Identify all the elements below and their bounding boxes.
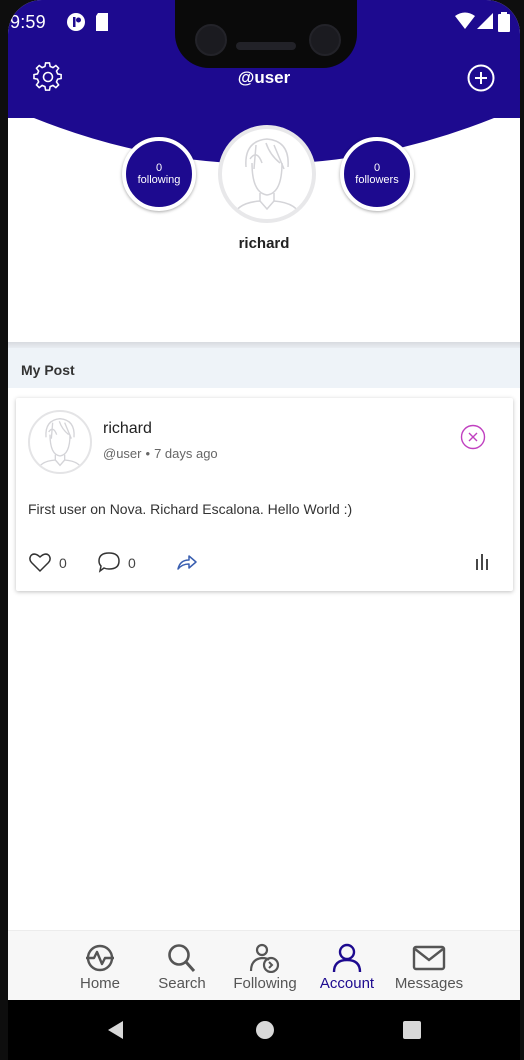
recents-square-icon[interactable] — [402, 1020, 422, 1040]
earpiece — [236, 42, 296, 50]
search-icon — [168, 944, 196, 972]
wifi-icon — [455, 12, 475, 29]
sd-card-icon — [96, 13, 108, 31]
front-camera — [195, 24, 227, 56]
following-icon — [249, 943, 280, 973]
nav-home[interactable]: Home — [57, 943, 143, 992]
following-label: following — [137, 174, 181, 186]
like-heart-icon[interactable] — [28, 550, 52, 574]
camera-notch — [175, 0, 357, 68]
post-author-name[interactable]: richard — [103, 420, 152, 438]
post-meta: @user • 7 days ago — [103, 446, 218, 461]
nav-messages[interactable]: Messages — [386, 943, 472, 992]
status-time: 9:59 — [10, 12, 46, 32]
cell-signal-icon — [477, 13, 493, 29]
home-activity-icon — [86, 944, 114, 972]
nav-search[interactable]: Search — [139, 943, 225, 992]
nav-search-label: Search — [158, 975, 206, 992]
comment-count: 0 — [128, 555, 136, 571]
front-sensor — [309, 24, 341, 56]
section-title: My Post — [21, 362, 75, 378]
avatar-placeholder-icon — [231, 138, 303, 219]
comment-bubble-icon[interactable] — [97, 550, 121, 574]
like-count: 0 — [59, 555, 67, 571]
back-triangle-icon[interactable] — [106, 1020, 126, 1040]
battery-icon — [498, 12, 510, 32]
meta-separator: • — [145, 446, 151, 461]
followers-count: 0 — [373, 162, 381, 174]
avatar-placeholder-icon — [36, 417, 84, 472]
nav-following[interactable]: Following — [222, 943, 308, 992]
bottom-navigation: Home Search Following Account Messages — [8, 930, 520, 1001]
stats-bars-icon[interactable] — [474, 550, 490, 574]
profile-avatar[interactable] — [218, 125, 316, 223]
following-count: 0 — [155, 162, 163, 174]
app-screen: 9:59 @user 0 following 0 followers richa… — [8, 0, 520, 1060]
followers-count-badge[interactable]: 0 followers — [340, 137, 414, 211]
profile-username: richard — [238, 235, 290, 252]
following-count-badge[interactable]: 0 following — [122, 137, 196, 211]
add-post-icon[interactable] — [466, 63, 496, 93]
post-card[interactable]: richard @user • 7 days ago First user on N… — [16, 398, 513, 591]
header-title: @user — [237, 68, 291, 87]
delete-post-icon[interactable] — [460, 424, 486, 450]
post-author-avatar[interactable] — [28, 410, 92, 474]
followers-label: followers — [355, 174, 399, 186]
post-time-ago: 7 days ago — [154, 446, 218, 461]
app-notification-icon — [67, 13, 85, 31]
account-icon — [332, 943, 362, 973]
nav-account-label: Account — [319, 975, 375, 992]
nav-following-label: Following — [233, 975, 297, 992]
nav-messages-label: Messages — [394, 975, 464, 992]
home-circle-icon[interactable] — [255, 1020, 275, 1040]
share-arrow-icon[interactable] — [176, 550, 198, 574]
nav-account[interactable]: Account — [304, 943, 390, 992]
mail-icon — [412, 945, 446, 971]
post-text: First user on Nova. Richard Escalona. He… — [28, 501, 353, 517]
post-author-handle: @user — [103, 446, 142, 461]
my-post-section-header: My Post — [8, 348, 520, 388]
system-navigation-bar — [8, 1000, 520, 1060]
nav-home-label: Home — [79, 975, 120, 992]
